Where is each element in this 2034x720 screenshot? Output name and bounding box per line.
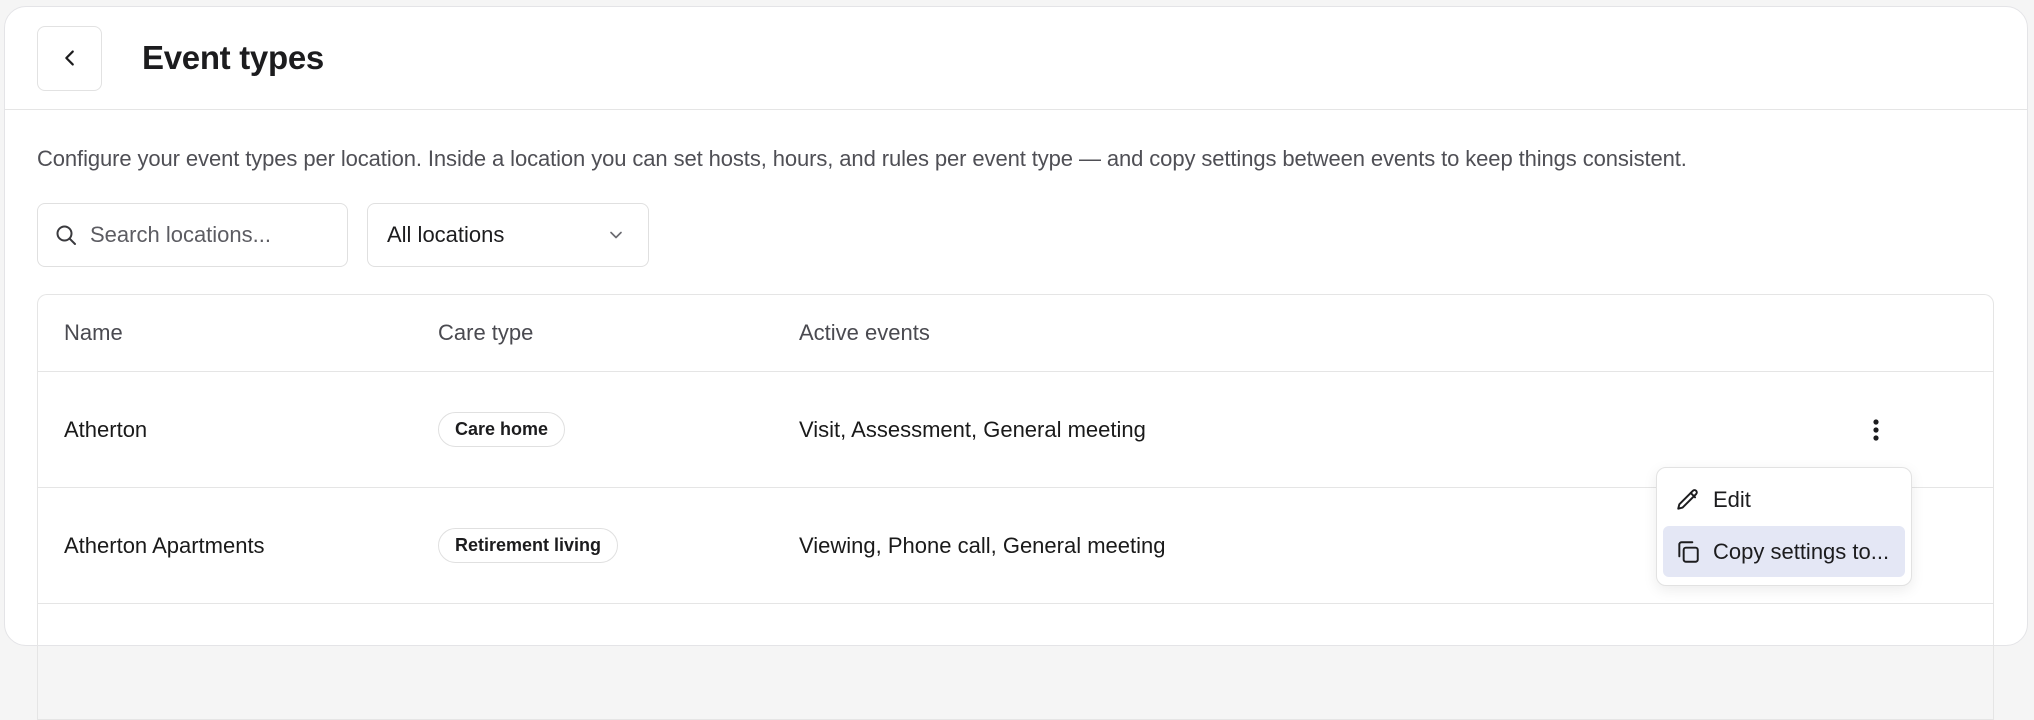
location-name: Atherton Apartments — [64, 532, 265, 558]
chevron-left-icon — [64, 50, 74, 66]
location-select[interactable]: All locations — [367, 203, 649, 267]
filters-bar: All locations — [37, 203, 1995, 267]
menu-item-edit[interactable]: Edit — [1663, 474, 1905, 525]
main-content: Configure your event types per location.… — [5, 146, 2027, 720]
table-row[interactable] — [38, 604, 1993, 720]
menu-item-copy-settings-label: Copy settings to... — [1713, 538, 1890, 564]
row-actions-menu: Edit Copy settings to... — [1656, 467, 1912, 586]
location-select-value: All locations — [387, 222, 505, 247]
search-box[interactable] — [37, 203, 348, 267]
menu-item-copy-settings[interactable]: Copy settings to... — [1663, 526, 1905, 577]
table-header-row: Name Care type Active events — [38, 295, 1993, 372]
row-actions-button[interactable] — [1861, 415, 1891, 445]
active-events: Visit, Assessment, General meeting — [799, 416, 1146, 442]
back-button[interactable] — [37, 25, 102, 91]
locations-table: Name Care type Active events Atherton Ca… — [37, 294, 1994, 720]
chevron-down-icon — [610, 231, 622, 239]
search-input[interactable] — [90, 222, 320, 248]
more-vertical-icon — [1873, 418, 1879, 441]
care-type-cell: Care home — [438, 412, 799, 447]
care-type-badge: Care home — [438, 412, 566, 447]
care-type-cell: Retirement living — [438, 528, 799, 563]
menu-item-edit-label: Edit — [1713, 486, 1751, 512]
page-description: Configure your event types per location.… — [37, 146, 1687, 171]
page-title: Event types — [142, 39, 324, 76]
care-type-badge: Retirement living — [438, 528, 619, 563]
column-header-active-events[interactable]: Active events — [799, 320, 1993, 346]
copy-icon — [1678, 540, 1699, 563]
location-name: Atherton — [64, 416, 148, 442]
column-header-care-type[interactable]: Care type — [438, 320, 799, 346]
page-header: Event types — [5, 7, 2027, 110]
pencil-icon — [1677, 488, 1698, 510]
app-window: Event types Configure your event types p… — [4, 6, 2028, 720]
column-header-name[interactable]: Name — [38, 320, 438, 346]
search-icon — [56, 225, 76, 245]
